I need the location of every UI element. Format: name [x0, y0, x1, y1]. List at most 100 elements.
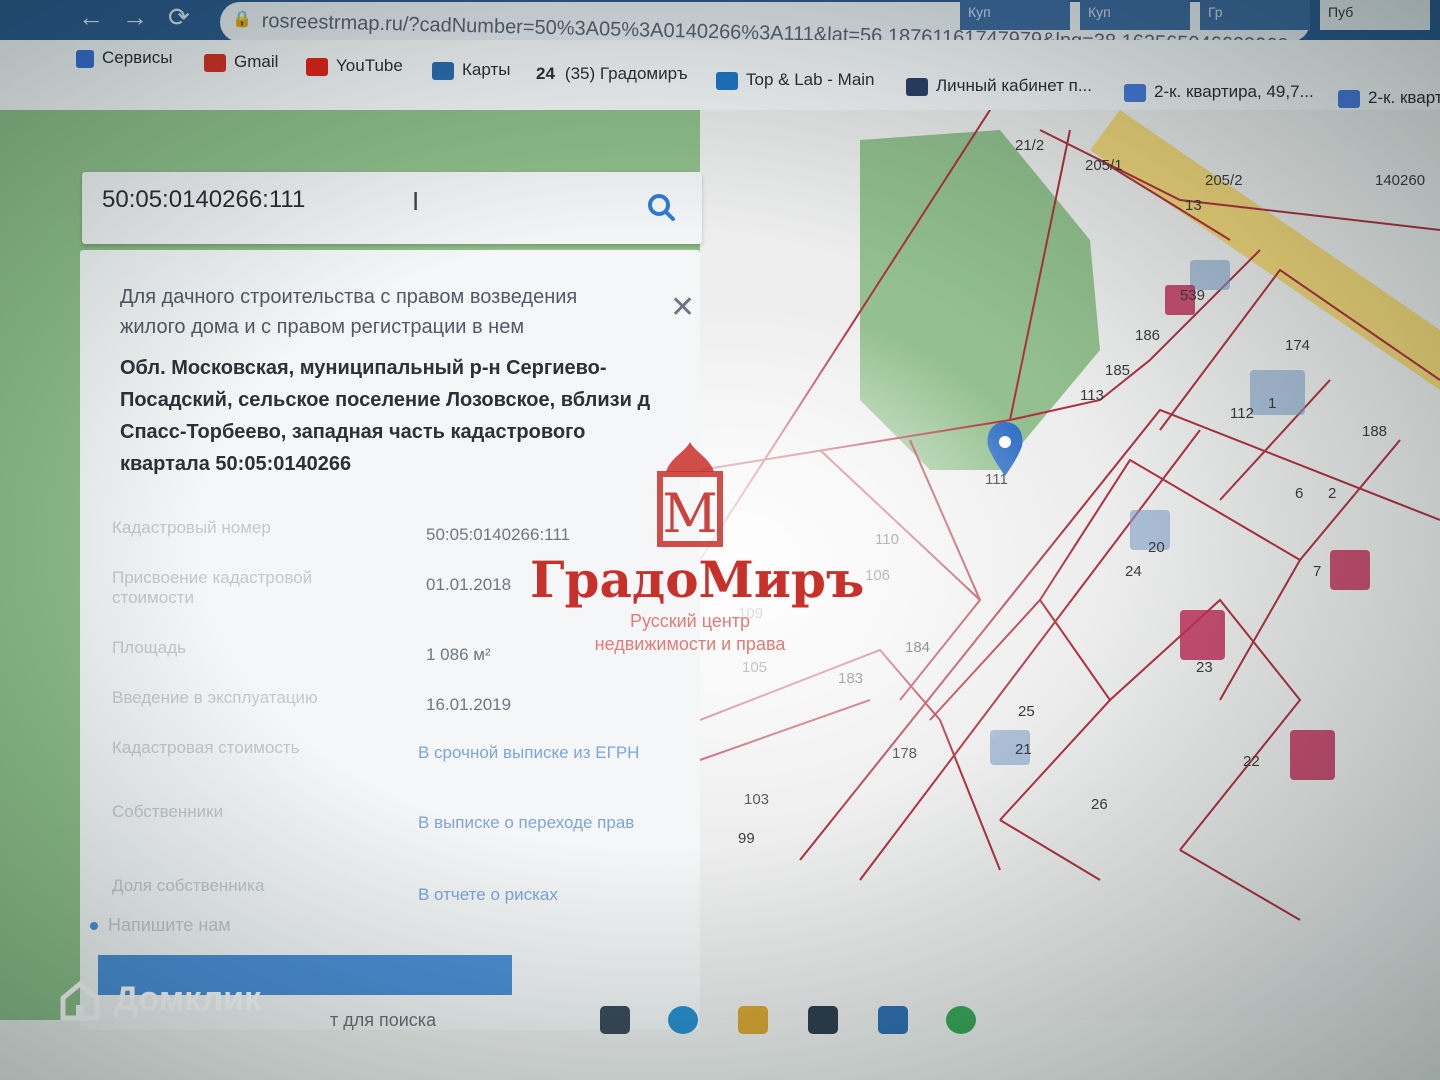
plot-label[interactable]: 178: [892, 745, 917, 762]
text-cursor-icon: I: [412, 186, 420, 216]
plot-label[interactable]: 205/2: [1205, 172, 1243, 189]
plot-label[interactable]: 23: [1196, 659, 1213, 676]
bookmark-gradomir[interactable]: 24 (35) Градомиръ: [536, 64, 688, 84]
write-us-label: Напишите нам: [108, 915, 231, 935]
store-icon[interactable]: [808, 1006, 838, 1034]
owners-label: Собственники: [112, 802, 224, 821]
cost-date-label: Присвоение кадастровой стоимости: [112, 568, 313, 608]
cabinet-icon: [906, 77, 928, 96]
plot-label[interactable]: 186: [1135, 327, 1160, 344]
plot-label[interactable]: 26: [1091, 796, 1108, 813]
plot-label[interactable]: 539: [1180, 287, 1205, 304]
bookmark-label: Карты: [462, 60, 511, 79]
back-icon[interactable]: ←: [78, 2, 104, 33]
explorer-icon[interactable]: [738, 1006, 768, 1034]
brand-logo-icon: М: [657, 442, 723, 547]
plot-label[interactable]: 25: [1018, 703, 1035, 720]
plot-label[interactable]: 112: [1230, 405, 1254, 422]
watermark-text: Домклик: [114, 980, 262, 1018]
lock-icon: 🔒: [232, 11, 252, 28]
bookmark-flat-1[interactable]: 2-к. квартира, 49,7...: [1124, 82, 1314, 102]
bookmark-label: (35) Градомиръ: [564, 64, 688, 83]
area-label: Площадь: [112, 638, 187, 657]
commissioning-value: 16.01.2019: [426, 695, 512, 714]
tab-gr[interactable]: Гр: [1200, 0, 1310, 30]
plot-label[interactable]: 184: [905, 639, 930, 656]
chrome-icon[interactable]: [946, 1006, 976, 1034]
plot-label[interactable]: 103: [744, 791, 769, 808]
plot-label[interactable]: 99: [738, 830, 755, 847]
plot-label[interactable]: 22: [1243, 753, 1260, 770]
close-icon[interactable]: ✕: [670, 290, 695, 325]
tab-kup-1[interactable]: Куп: [960, 0, 1070, 30]
bookmark-youtube[interactable]: YouTube: [306, 56, 403, 76]
bookmark-cabinet[interactable]: Личный кабинет п...: [906, 76, 1092, 96]
task-view-icon[interactable]: [600, 1006, 630, 1034]
bookmark-label: Сервисы: [102, 48, 173, 67]
plot-label[interactable]: 183: [838, 670, 863, 687]
plot-label[interactable]: 7: [1313, 563, 1321, 580]
bookmark-services[interactable]: Сервисы: [76, 48, 172, 68]
owner-share-link[interactable]: В отчете о рисках: [418, 884, 658, 906]
avito-icon: [1124, 83, 1146, 102]
chat-dot-icon: [90, 922, 98, 931]
plot-label[interactable]: 6: [1295, 485, 1303, 502]
brand-watermark: М ГрадоМиръ Русский центр недвижимости и…: [530, 440, 865, 660]
plot-label[interactable]: 13: [1185, 197, 1202, 214]
bookmark-label: YouTube: [336, 56, 403, 75]
forward-icon[interactable]: →: [122, 2, 148, 33]
search-input[interactable]: 50:05:0140266:111: [102, 186, 305, 214]
plot-label[interactable]: 2: [1328, 485, 1336, 502]
cadastral-search[interactable]: 50:05:0140266:111 I: [82, 172, 702, 244]
bookmark-toplab[interactable]: Top & Lab - Main: [716, 70, 875, 90]
plot-label[interactable]: 113: [1080, 387, 1104, 404]
bookmark-label: Gmail: [234, 52, 279, 71]
plot-label[interactable]: 174: [1285, 337, 1310, 354]
mail-icon[interactable]: [878, 1006, 908, 1034]
owner-share-label: Доля собственника: [112, 876, 265, 895]
reload-icon[interactable]: ⟳: [168, 2, 190, 33]
write-us-link[interactable]: Напишите нам: [90, 915, 231, 936]
cadastral-cost-link[interactable]: В срочной выписке из ЕГРН: [418, 742, 658, 764]
brand-name: ГрадоМиръ: [530, 550, 865, 609]
plot-label[interactable]: 106: [865, 567, 890, 584]
brand-subtitle-line: Русский центр: [629, 611, 751, 631]
toplab-icon: [716, 71, 738, 90]
badge-24-icon: 24: [536, 64, 555, 83]
tab-kup-2[interactable]: Куп: [1080, 0, 1190, 30]
bookmark-gmail[interactable]: Gmail: [204, 52, 278, 72]
svg-text:М: М: [662, 482, 717, 545]
bookmark-label: Top & Lab - Main: [746, 70, 875, 89]
permitted-use: Для дачного строительства с правом возве…: [120, 286, 578, 338]
tab-pub[interactable]: Пуб: [1320, 0, 1430, 30]
plot-label[interactable]: 140260: [1375, 172, 1425, 189]
plot-label[interactable]: 105: [742, 659, 767, 676]
plot-label[interactable]: 1: [1268, 395, 1276, 412]
bookmark-label: Личный кабинет п...: [936, 76, 1092, 95]
edge-icon[interactable]: [668, 1006, 698, 1034]
maps-icon: [432, 61, 454, 80]
plot-label[interactable]: 185: [1105, 362, 1130, 379]
plot-label[interactable]: 110: [875, 531, 899, 548]
taskbar-search[interactable]: т для поиска: [330, 1010, 436, 1031]
bookmark-maps[interactable]: Карты: [432, 60, 510, 80]
commissioning-label: Введение в эксплуатацию: [112, 688, 318, 707]
plot-label[interactable]: 20: [1148, 539, 1165, 556]
search-icon[interactable]: [646, 192, 676, 222]
gmail-icon: [204, 53, 226, 72]
brand-subtitle: Русский центр недвижимости и права: [530, 610, 850, 655]
domclick-watermark: Домклик: [60, 980, 261, 1021]
apps-grid-icon: [76, 49, 94, 68]
plot-label[interactable]: 205/1: [1085, 157, 1123, 174]
owners-link[interactable]: В выписке о переходе прав: [418, 812, 658, 834]
plot-label[interactable]: 21/2: [1015, 137, 1044, 154]
plot-label[interactable]: 24: [1125, 563, 1142, 580]
plot-label[interactable]: 188: [1362, 423, 1387, 440]
avito-icon: [1338, 89, 1360, 108]
bookmarks-bar: Сервисы Gmail YouTube Карты 24 (35) Градо…: [0, 40, 1440, 110]
youtube-icon: [306, 57, 328, 76]
plot-label[interactable]: 21: [1015, 741, 1032, 758]
bookmark-label: 2-к. квартира, 49,7...: [1154, 82, 1314, 101]
cadastral-number-label: Кадастровый номер: [112, 518, 271, 537]
bookmark-flat-2[interactable]: 2-к. кварт: [1338, 88, 1440, 108]
